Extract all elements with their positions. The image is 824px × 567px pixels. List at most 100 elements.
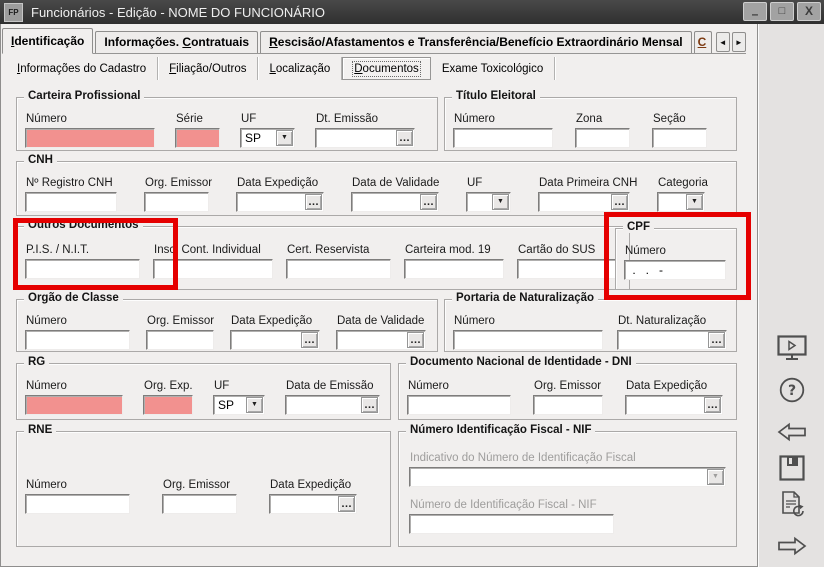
group-outros-documentos: Outros Documentos P.I.S. / N.I.T. Insc. … [16, 226, 630, 290]
dni-numero-input[interactable] [407, 395, 511, 415]
document-refresh-icon [779, 490, 806, 518]
field-cnh-data-primeira: Data Primeira CNH … [538, 177, 630, 212]
rg-org-exp-input[interactable] [143, 395, 193, 415]
action-sidebar: ? [757, 24, 824, 567]
cnh-registro-input[interactable] [25, 192, 117, 212]
help-button[interactable]: ? [774, 374, 810, 406]
field-cnh-data-expedicao: Data Expedição … [236, 177, 324, 212]
report-refresh-button[interactable] [774, 488, 810, 520]
field-dni-data-expedicao: Data Expedição … [625, 380, 723, 415]
close-button[interactable]: X [797, 2, 821, 21]
carteira-mod-19-input[interactable] [404, 259, 504, 279]
group-orgao-de-classe: Orgão de Classe Número Org. Emissor Data… [16, 299, 438, 352]
dropdown-button[interactable]: ▼ [246, 397, 263, 413]
rg-numero-input[interactable] [25, 395, 123, 415]
date-picker-button[interactable]: … [301, 332, 318, 348]
date-picker-button[interactable]: … [611, 194, 628, 210]
group-title: Carteira Profissional [24, 90, 144, 102]
carteira-serie-input[interactable] [175, 128, 220, 148]
tab-identificacao[interactable]: Identificação [2, 28, 93, 54]
field-rg-org-exp: Org. Exp. [143, 380, 193, 415]
date-picker-button[interactable]: … [338, 496, 355, 512]
monitor-play-icon [777, 335, 807, 361]
tab-scroll-left-button[interactable]: ◄ [716, 32, 730, 52]
nif-indicativo-combo[interactable] [409, 467, 726, 487]
field-cnh-uf: UF ▼ [466, 177, 511, 212]
field-cnh-registro: Nº Registro CNH [25, 177, 117, 212]
field-orgao-numero: Número [25, 315, 130, 350]
tab-localizacao[interactable]: Localização [258, 57, 342, 80]
tab-exame-toxicologico[interactable]: Exame Toxicológico [431, 57, 555, 80]
tab-clipped[interactable]: C [694, 31, 712, 53]
date-picker-button[interactable]: … [420, 194, 437, 210]
field-insc-cont-individual: Insc. Cont. Individual [153, 244, 273, 279]
dropdown-button[interactable]: ▼ [492, 194, 509, 210]
cnh-org-emissor-input[interactable] [144, 192, 209, 212]
dropdown-button[interactable]: ▼ [707, 469, 724, 485]
group-title: RG [24, 356, 49, 368]
tab-informacoes-do-cadastro[interactable]: Informações do Cadastro [6, 57, 158, 80]
maximize-button[interactable]: □ [770, 2, 794, 21]
cert-reservista-input[interactable] [286, 259, 391, 279]
group-cnh: CNH Nº Registro CNH Org. Emissor Data Ex… [16, 161, 737, 216]
group-title: Portaria de Naturalização [452, 292, 598, 304]
field-portaria-numero: Número [453, 315, 603, 350]
date-picker-button[interactable]: … [704, 397, 721, 413]
monitor-preview-button[interactable] [774, 332, 810, 364]
cpf-numero-input[interactable] [624, 260, 726, 280]
insc-cont-individual-input[interactable] [153, 259, 273, 279]
dropdown-button[interactable]: ▼ [686, 194, 703, 210]
dropdown-button[interactable]: ▼ [276, 130, 293, 146]
date-picker-button[interactable]: … [708, 332, 725, 348]
field-rne-numero: Número [25, 479, 130, 514]
orgao-org-emissor-input[interactable] [146, 330, 214, 350]
field-cartao-sus: Cartão do SUS [517, 244, 617, 279]
field-titulo-zona: Zona [575, 113, 630, 148]
tab-rescisao-afastamentos[interactable]: Rescisão/Afastamentos e Transferência/Be… [260, 31, 692, 53]
titulo-numero-input[interactable] [453, 128, 553, 148]
field-carteira-numero: Número [25, 113, 155, 148]
field-rg-numero: Número [25, 380, 123, 415]
group-portaria-naturalizacao: Portaria de Naturalização Número Dt. Nat… [444, 299, 737, 352]
save-floppy-icon [779, 455, 805, 481]
field-cnh-categoria: Categoria ▼ [657, 177, 705, 212]
field-orgao-org-emissor: Org. Emissor [146, 315, 214, 350]
tab-scroll-right-button[interactable]: ► [732, 32, 746, 52]
previous-button[interactable] [774, 416, 810, 448]
field-cert-reservista: Cert. Reservista [286, 244, 391, 279]
tab-documentos[interactable]: Documentos [342, 57, 431, 80]
carteira-numero-input[interactable] [25, 128, 155, 148]
secondary-tab-strip: Informações do Cadastro Filiação/Outros … [6, 57, 555, 80]
date-picker-button[interactable]: … [407, 332, 424, 348]
group-title: Título Eleitoral [452, 90, 540, 102]
minimize-button[interactable]: – [743, 2, 767, 21]
portaria-numero-input[interactable] [453, 330, 603, 350]
help-icon: ? [779, 377, 805, 403]
group-cpf: CPF Número [615, 228, 737, 290]
dni-org-emissor-input[interactable] [533, 395, 603, 415]
field-orgao-data-expedicao: Data Expedição … [230, 315, 320, 350]
group-rg: RG Número Org. Exp. UF ▼ Data de Emissão… [16, 363, 391, 420]
group-title: Número Identificação Fiscal - NIF [406, 424, 595, 436]
save-button[interactable] [774, 452, 810, 484]
pis-nit-input[interactable] [25, 259, 140, 279]
field-nif-indicativo: Indicativo do Número de Identificação Fi… [409, 452, 726, 487]
orgao-numero-input[interactable] [25, 330, 130, 350]
date-picker-button[interactable]: … [305, 194, 322, 210]
rne-numero-input[interactable] [25, 494, 130, 514]
tab-filiacao-outros[interactable]: Filiação/Outros [158, 57, 258, 80]
titulo-zona-input[interactable] [575, 128, 630, 148]
rne-org-emissor-input[interactable] [162, 494, 237, 514]
cartao-sus-input[interactable] [517, 259, 617, 279]
field-pis-nit: P.I.S. / N.I.T. [25, 244, 140, 279]
group-title: Documento Nacional de Identidade - DNI [406, 356, 636, 368]
titulo-secao-input[interactable] [652, 128, 707, 148]
date-picker-button[interactable]: … [361, 397, 378, 413]
nif-numero-input[interactable] [409, 514, 614, 534]
next-button[interactable] [774, 530, 810, 562]
date-picker-button[interactable]: … [396, 130, 413, 146]
field-cnh-org-emissor: Org. Emissor [144, 177, 209, 212]
field-titulo-secao: Seção [652, 113, 707, 148]
tab-informacoes-contratuais[interactable]: Informações. Contratuais [95, 31, 258, 53]
title-bar: FP Funcionários - Edição - NOME DO FUNCI… [0, 0, 824, 24]
